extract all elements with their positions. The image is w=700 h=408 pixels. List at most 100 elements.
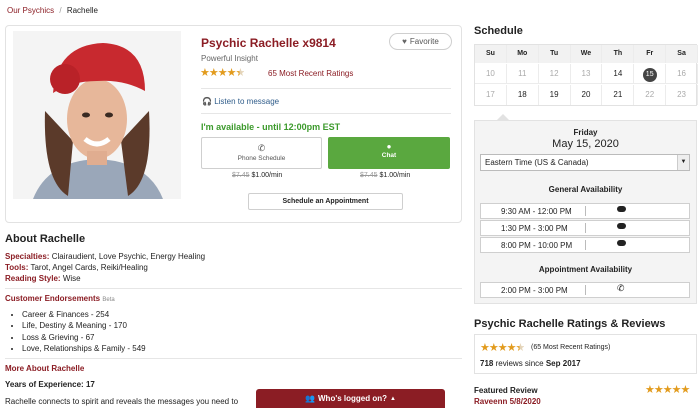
- calendar-day-20[interactable]: 20: [571, 85, 603, 105]
- specialties-label: Specialties:: [5, 252, 50, 261]
- calendar-day-11: 11: [506, 64, 539, 84]
- endorsement-item: Life, Destiny & Meaning - 170: [22, 320, 146, 331]
- specialties-value: Clairaudient, Love Psychic, Energy Heali…: [51, 252, 206, 261]
- calendar-day-17: 17: [475, 85, 507, 105]
- beta-badge: Beta: [102, 297, 115, 303]
- chat-bubble-icon: ●: [386, 142, 392, 151]
- chat-icon: [617, 239, 626, 248]
- calendar-day-10: 10: [475, 64, 507, 84]
- timezone-select[interactable]: Eastern Time (US & Canada) ▼: [480, 154, 690, 171]
- psychic-subtitle: Powerful Insight: [201, 54, 258, 63]
- endorsements-heading: Customer Endorsements Beta: [5, 294, 115, 303]
- endorsements-title: Customer Endorsements: [5, 294, 101, 303]
- general-slot[interactable]: 1:30 PM - 3:00 PM: [480, 220, 690, 236]
- chat-label: Chat: [381, 152, 397, 159]
- availability-status: I'm available - until 12:00pm EST: [201, 122, 341, 132]
- favorite-label: Favorite: [409, 37, 439, 46]
- reviews-since-date: Sep 2017: [545, 359, 581, 368]
- calendar-day-14[interactable]: 14: [602, 64, 635, 84]
- calendar: Su Mo Tu We Th Fr Sa 10 11 12 13 14 15 16 17 18 19 20 21 22…: [474, 44, 698, 106]
- general-slot[interactable]: 9:30 AM - 12:00 PM: [480, 203, 690, 219]
- weekday-tu: Tu: [539, 45, 571, 63]
- panel-pointer: [497, 114, 509, 120]
- listen-label: Listen to message: [214, 97, 280, 106]
- phone-price: $7.45 $1.00/min: [232, 172, 282, 179]
- headphones-icon: 🎧: [202, 97, 212, 106]
- endorsement-item: Career & Finances - 254: [22, 309, 146, 320]
- selected-day-marker: 15: [642, 68, 657, 82]
- chat-button[interactable]: ● Chat: [328, 137, 450, 169]
- weekday-su: Su: [475, 45, 507, 63]
- calendar-day-16: 16: [666, 64, 698, 84]
- slot-time: 9:30 AM - 12:00 PM: [501, 207, 572, 216]
- schedule-heading: Schedule: [474, 25, 523, 37]
- reading-style-value: Wise: [62, 274, 81, 283]
- breadcrumb: Our Psychics / Rachelle: [7, 6, 98, 15]
- experience-value: 17: [85, 380, 95, 389]
- experience: Years of Experience: 17: [5, 380, 95, 389]
- phone-icon: ✆: [617, 283, 625, 293]
- endorsement-item: Love, Relationships & Family - 549: [22, 343, 146, 354]
- weekday-fr: Fr: [634, 45, 667, 63]
- chat-old-price: $7.45: [360, 172, 378, 179]
- calendar-day-18[interactable]: 18: [507, 85, 539, 105]
- favorite-button[interactable]: ♥ Favorite: [389, 33, 452, 50]
- about-tools: Tools: Tarot, Angel Cards, Reiki/Healing: [5, 263, 148, 272]
- schedule-day-name: Friday: [573, 128, 598, 137]
- reviews-since: 718 reviews since Sep 2017: [480, 359, 581, 368]
- breadcrumb-separator: /: [59, 6, 62, 15]
- weekday-th: Th: [602, 45, 635, 63]
- calendar-day-21[interactable]: 21: [602, 85, 635, 105]
- whos-logged-on-label: Who's logged on?: [318, 394, 387, 403]
- psychic-name: Psychic Rachelle x9814: [201, 36, 336, 50]
- tools-label: Tools:: [5, 263, 29, 272]
- tools-value: Tarot, Angel Cards, Reiki/Healing: [30, 263, 148, 272]
- ratings-stars: ★★★★★: [480, 342, 525, 354]
- breadcrumb-link-our-psychics[interactable]: Our Psychics: [7, 6, 54, 15]
- phone-schedule-label: Phone Schedule: [237, 155, 286, 162]
- featured-review-author: Raveenn 5/8/2020: [474, 397, 541, 406]
- about-specialties: Specialties: Clairaudient, Love Psychic,…: [5, 252, 205, 261]
- general-availability-heading: General Availability: [548, 185, 623, 194]
- ratings-reviews-heading: Psychic Rachelle Ratings & Reviews: [474, 318, 666, 330]
- slot-time: 2:00 PM - 3:00 PM: [501, 286, 568, 295]
- calendar-day-13: 13: [570, 64, 603, 84]
- bio-text: Rachelle connects to spirit and reveals …: [5, 397, 239, 406]
- reading-style-label: Reading Style:: [5, 274, 61, 283]
- chat-current-price: $1.00/min: [379, 172, 411, 179]
- featured-review-stars: ★★★★★: [645, 384, 690, 396]
- slot-time: 8:00 PM - 10:00 PM: [501, 241, 573, 250]
- phone-icon: ✆: [257, 143, 266, 153]
- reviews-since-text: reviews since: [495, 359, 544, 368]
- ratings-count[interactable]: (65 Most Recent Ratings): [531, 344, 610, 351]
- chat-price: $7.45 $1.00/min: [360, 172, 410, 179]
- ratings-link[interactable]: 65 Most Recent Ratings: [268, 69, 353, 78]
- appointment-availability-heading: Appointment Availability: [538, 265, 633, 274]
- review-author: Raveenn: [474, 397, 508, 406]
- about-reading-style: Reading Style: Wise: [5, 274, 81, 283]
- more-about-heading: More About Rachelle: [5, 364, 85, 373]
- listen-to-message[interactable]: 🎧 Listen to message: [202, 97, 279, 106]
- calendar-day-23: 23: [666, 85, 698, 105]
- phone-old-price: $7.45: [232, 172, 250, 179]
- whos-logged-on-bar[interactable]: 👥 Who's logged on? ▲: [256, 389, 445, 408]
- endorsement-item: Loss & Grieving - 67: [22, 332, 146, 343]
- chat-icon: [617, 222, 626, 231]
- chat-icon: [617, 205, 626, 214]
- schedule-appointment-button[interactable]: Schedule an Appointment: [248, 193, 403, 210]
- featured-review-label: Featured Review: [474, 386, 538, 395]
- calendar-day-22: 22: [634, 85, 667, 105]
- phone-schedule-button[interactable]: ✆ Phone Schedule: [201, 137, 322, 169]
- calendar-day-15[interactable]: 15: [634, 64, 667, 84]
- psychic-photo: [13, 31, 181, 199]
- reviews-count: 718: [480, 359, 494, 368]
- general-slot[interactable]: 8:00 PM - 10:00 PM: [480, 237, 690, 253]
- endorsements-list: Career & Finances - 254 Life, Destiny & …: [22, 309, 146, 355]
- phone-current-price: $1.00/min: [251, 172, 283, 179]
- about-heading: About Rachelle: [5, 233, 86, 245]
- calendar-day-19[interactable]: 19: [539, 85, 571, 105]
- chevron-down-icon: ▼: [677, 155, 689, 170]
- schedule-date: May 15, 2020: [552, 138, 619, 150]
- review-date: 5/8/2020: [509, 397, 541, 406]
- appointment-slot[interactable]: 2:00 PM - 3:00 PM ✆: [480, 282, 690, 298]
